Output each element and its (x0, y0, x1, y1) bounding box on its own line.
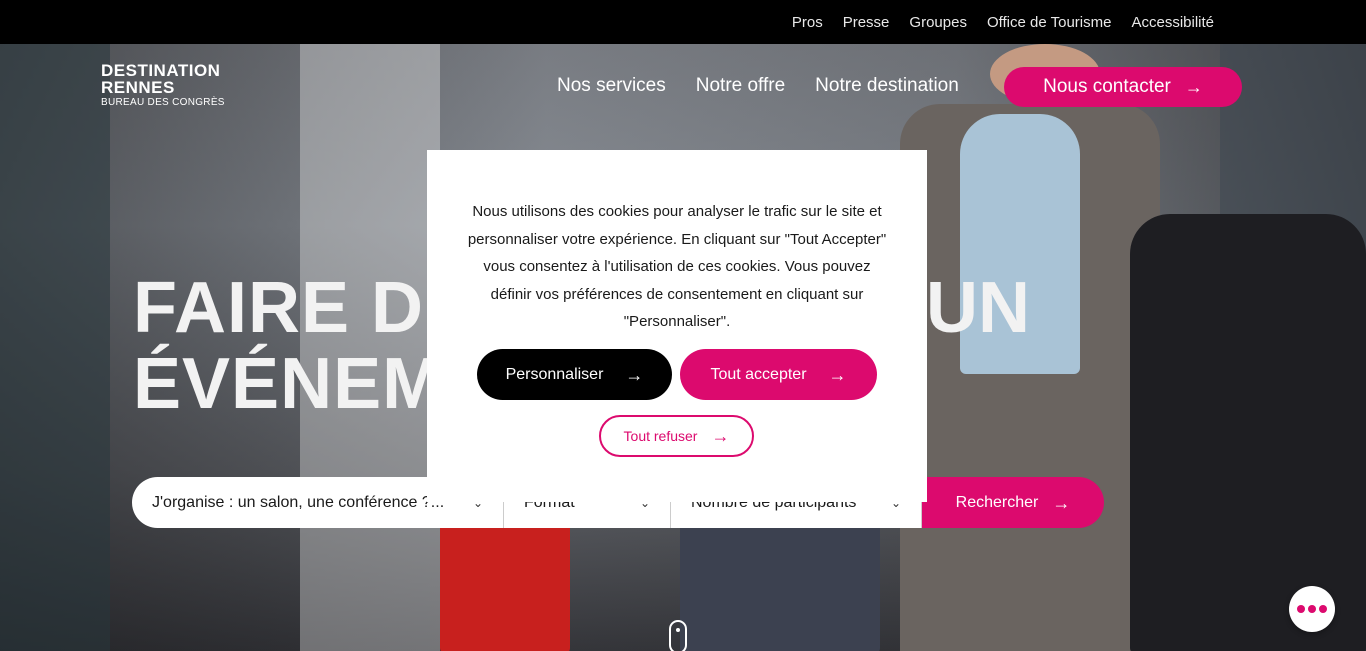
arrow-right-icon: → (1052, 492, 1071, 513)
top-link-groupes[interactable]: Groupes (909, 14, 967, 31)
dots-menu-button[interactable] (1289, 586, 1335, 632)
nav-item-destination[interactable]: Notre destination (815, 75, 959, 97)
cookie-text: Nous utilisons des cookies pour analyser… (467, 203, 887, 330)
search-button-label: Rechercher (955, 493, 1039, 511)
site-logo[interactable]: DESTINATION RENNES BUREAU DES CONGRÈS (101, 62, 225, 109)
logo-line3: BUREAU DES CONGRÈS (101, 97, 225, 108)
search-button[interactable]: Rechercher → (922, 477, 1104, 528)
dot-icon (1308, 605, 1316, 613)
arrow-right-icon: → (828, 364, 847, 385)
refuse-all-button[interactable]: Tout refuser → (599, 415, 754, 457)
arrow-right-icon: → (1184, 77, 1203, 97)
nav-item-offre[interactable]: Notre offre (696, 75, 785, 97)
headline-right: UN (926, 268, 1030, 348)
accept-all-button[interactable]: Tout accepter → (680, 349, 877, 400)
person-shape (1130, 214, 1366, 651)
refuse-label: Tout refuser (623, 428, 698, 444)
personalize-label: Personnaliser (505, 365, 604, 383)
contact-button-label: Nous contacter (1043, 76, 1171, 97)
main-nav: Nos services Notre offre Notre destinati… (557, 75, 959, 97)
top-link-presse[interactable]: Presse (843, 14, 890, 31)
logo-line1: DESTINATION (101, 61, 221, 80)
accept-label: Tout accepter (710, 365, 807, 383)
top-link-accessibilite[interactable]: Accessibilité (1131, 14, 1214, 31)
personalize-button[interactable]: Personnaliser → (477, 349, 672, 400)
arrow-right-icon: → (625, 364, 644, 385)
cookie-modal: Nous utilisons des cookies pour analyser… (427, 150, 927, 502)
top-links: Pros Presse Groupes Office de Tourisme A… (792, 0, 1214, 44)
dot-icon (1319, 605, 1327, 613)
dot-icon (1297, 605, 1305, 613)
top-bar: Pros Presse Groupes Office de Tourisme A… (0, 0, 1366, 44)
window-panel (0, 44, 110, 651)
event-type-value: J'organise : un salon, une conférence ?.… (152, 493, 445, 511)
contact-button[interactable]: Nous contacter → (1004, 67, 1242, 107)
top-link-tourisme[interactable]: Office de Tourisme (987, 14, 1112, 31)
top-link-pros[interactable]: Pros (792, 14, 823, 31)
arrow-right-icon: → (711, 426, 730, 446)
nav-item-services[interactable]: Nos services (557, 75, 666, 97)
scroll-indicator-icon[interactable] (669, 620, 687, 651)
logo-line2: RENNES (101, 78, 175, 97)
